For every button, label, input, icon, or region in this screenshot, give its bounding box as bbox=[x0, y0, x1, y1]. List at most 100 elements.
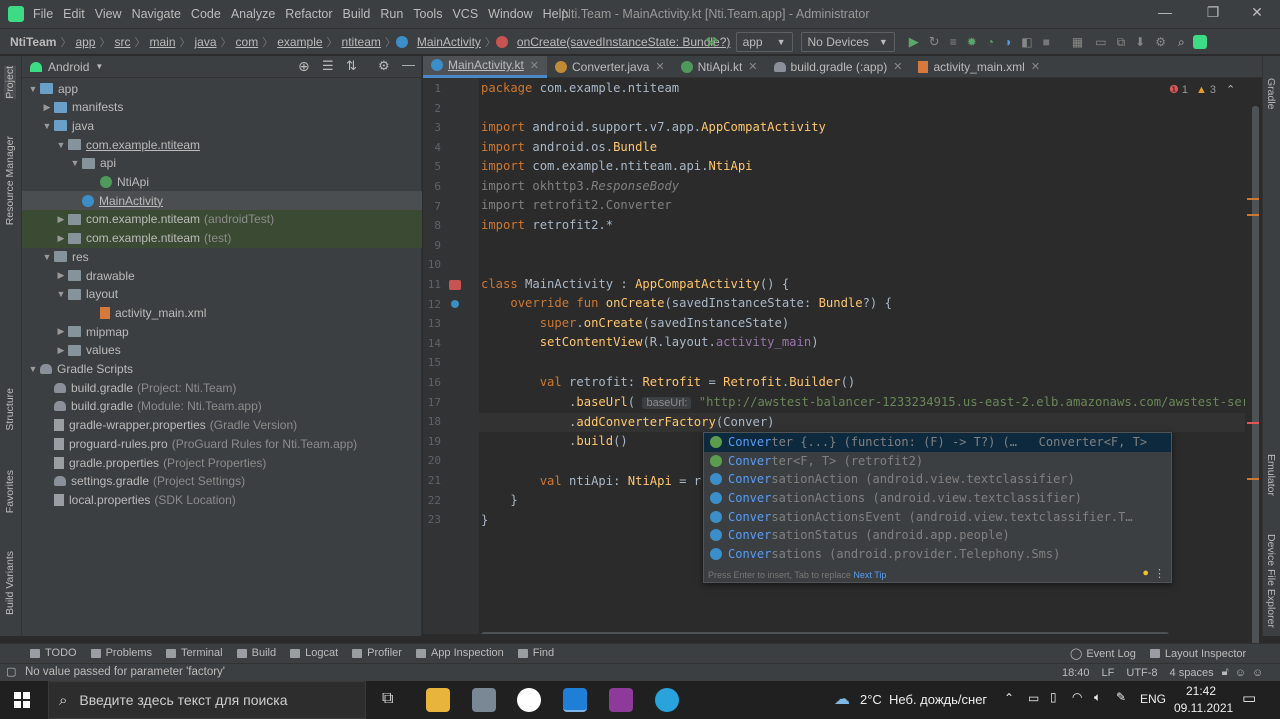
tree-item[interactable]: ▼ com.example.ntiteam bbox=[22, 135, 422, 154]
tree-item[interactable]: ▶ values bbox=[22, 341, 422, 360]
project-view-select[interactable]: Android bbox=[48, 60, 89, 74]
telegram-icon[interactable] bbox=[655, 688, 679, 712]
completion-item[interactable]: Conver sationActionsEvent (android.view.t… bbox=[704, 507, 1171, 526]
windows-start-icon[interactable] bbox=[14, 692, 30, 708]
breadcrumb-item[interactable]: onCreate(savedInstanceState: Bundle?) bbox=[517, 35, 730, 49]
lightbulb-icon[interactable]: ● bbox=[1142, 567, 1149, 579]
completion-item[interactable]: Conver sationAction (android.view.textcla… bbox=[704, 470, 1171, 489]
breadcrumb-item[interactable]: src bbox=[114, 35, 130, 49]
tray-chevron-icon[interactable]: ⌃ bbox=[1004, 691, 1014, 705]
tree-item[interactable]: NtiApi bbox=[22, 173, 422, 192]
tree-item[interactable]: ▶ manifests bbox=[22, 98, 422, 117]
breadcrumb-item[interactable]: com bbox=[236, 35, 259, 49]
status-icon[interactable]: ▢ bbox=[6, 665, 16, 678]
speaker-icon[interactable]: 🔈︎ bbox=[1094, 690, 1101, 705]
breadcrumb-item[interactable]: example bbox=[277, 35, 322, 49]
breadcrumb-item[interactable]: main bbox=[149, 35, 175, 49]
android-studio-icon[interactable] bbox=[563, 688, 587, 712]
more-options-icon[interactable]: ⋮ bbox=[1154, 567, 1165, 580]
battery-icon[interactable]: ▯ bbox=[1050, 690, 1057, 704]
breadcrumb-item[interactable]: ntiteam bbox=[342, 35, 381, 49]
toolwindow-logcat[interactable]: Logcat bbox=[290, 647, 338, 659]
menu-run[interactable]: Run bbox=[380, 7, 403, 21]
toolwindow-build[interactable]: Build bbox=[236, 647, 276, 659]
collapse-all-icon[interactable]: ⇅ bbox=[346, 58, 357, 74]
editor-marker-bar[interactable] bbox=[1245, 78, 1262, 646]
chevron-up-icon[interactable]: ⌃ bbox=[1226, 83, 1235, 96]
tree-item[interactable]: ▼ app bbox=[22, 79, 422, 98]
tree-item[interactable]: ▼ java bbox=[22, 116, 422, 135]
close-icon[interactable]: ✕ bbox=[655, 60, 664, 73]
close-icon[interactable]: ✕ bbox=[893, 60, 902, 73]
event-log-button[interactable]: ◯ Event Log bbox=[1070, 647, 1136, 661]
weather-icon[interactable]: ☁ bbox=[834, 689, 850, 709]
chevron-down-icon[interactable]: ▼ bbox=[26, 364, 40, 374]
winrar-icon[interactable] bbox=[609, 688, 633, 712]
chevron-right-icon[interactable]: ▶ bbox=[40, 102, 54, 113]
stripe-resource-manager[interactable]: Resource Manager bbox=[4, 136, 16, 225]
tree-item[interactable]: activity_main.xml bbox=[22, 303, 422, 322]
menu-vcs[interactable]: VCS bbox=[452, 7, 478, 21]
yandex-browser-icon[interactable] bbox=[517, 688, 541, 712]
menu-navigate[interactable]: Navigate bbox=[132, 7, 181, 21]
settings-icon[interactable]: ⚙ bbox=[1155, 35, 1166, 49]
next-tip-link[interactable]: Next Tip bbox=[853, 570, 886, 580]
debug-icon[interactable]: ✹ bbox=[967, 35, 977, 49]
toolwindow-find[interactable]: Find bbox=[517, 647, 554, 659]
tree-item[interactable]: ▼ res bbox=[22, 247, 422, 266]
chevron-down-icon[interactable]: ▼ bbox=[68, 158, 82, 168]
tab-activity-main[interactable]: activity_main.xml ✕ bbox=[910, 56, 1048, 78]
indent-setting[interactable]: 4 spaces bbox=[1170, 667, 1214, 679]
menu-view[interactable]: View bbox=[95, 7, 122, 21]
tree-item[interactable]: build.gradle (Module: Nti.Team.app) bbox=[22, 397, 422, 416]
chevron-down-icon[interactable]: ▼ bbox=[54, 289, 68, 299]
breadcrumb-item[interactable]: java bbox=[195, 35, 217, 49]
chevron-right-icon[interactable]: ▶ bbox=[54, 326, 68, 337]
locate-icon[interactable]: ⊕ bbox=[298, 58, 310, 75]
chevron-right-icon[interactable]: ▶ bbox=[54, 270, 68, 281]
layout-icon[interactable]: ⧉ bbox=[1117, 35, 1126, 50]
toolwindow-profiler[interactable]: Profiler bbox=[352, 647, 402, 659]
menu-analyze[interactable]: Analyze bbox=[231, 7, 275, 21]
minimize-button[interactable]: — bbox=[1142, 4, 1188, 24]
chevron-right-icon[interactable]: ▶ bbox=[54, 233, 68, 244]
menu-window[interactable]: Window bbox=[488, 7, 532, 21]
network-icon[interactable]: ▭ bbox=[1028, 691, 1039, 705]
line-separator[interactable]: LF bbox=[1102, 667, 1115, 679]
notification-icon[interactable]: ▭ bbox=[1242, 689, 1256, 707]
close-icon[interactable]: ✕ bbox=[748, 60, 757, 73]
apply-changes-icon[interactable]: ≡ bbox=[950, 35, 957, 49]
file-explorer-icon[interactable] bbox=[426, 688, 450, 712]
completion-item[interactable]: Conver sationStatus (android.app.people) bbox=[704, 526, 1171, 545]
breadcrumb-item[interactable]: NtiTeam bbox=[10, 35, 56, 49]
sync-icon[interactable]: ▦ bbox=[1072, 35, 1083, 49]
tree-item[interactable]: MainActivity bbox=[22, 191, 422, 211]
tree-item[interactable]: settings.gradle (Project Settings) bbox=[22, 472, 422, 491]
stripe-emulator[interactable]: Emulator bbox=[1265, 454, 1277, 496]
tab-ntiapi[interactable]: NtiApi.kt ✕ bbox=[673, 56, 766, 78]
face-icon[interactable]: ☺ bbox=[1235, 667, 1246, 679]
breadcrumb-item[interactable]: app bbox=[75, 35, 95, 49]
toolwindow-app-inspection[interactable]: App Inspection bbox=[415, 647, 504, 659]
tab-build-gradle[interactable]: build.gradle (:app) ✕ bbox=[766, 56, 911, 78]
hide-icon[interactable]: — bbox=[402, 57, 415, 72]
stripe-favorites[interactable]: Favorites bbox=[4, 470, 16, 513]
breadcrumb-item[interactable]: MainActivity bbox=[417, 35, 481, 49]
sdk-icon[interactable]: ⬇ bbox=[1135, 35, 1145, 49]
chevron-right-icon[interactable]: ▶ bbox=[54, 345, 68, 356]
vertical-scrollbar[interactable] bbox=[1252, 106, 1259, 646]
module-select[interactable]: app ▼ bbox=[735, 32, 793, 52]
layout-inspector-button[interactable]: Layout Inspector bbox=[1149, 648, 1246, 660]
tree-item[interactable]: ▼ Gradle Scripts bbox=[22, 360, 422, 379]
stop-icon[interactable]: ■ bbox=[1043, 35, 1050, 49]
chevron-down-icon[interactable]: ▼ bbox=[95, 62, 103, 71]
photos-icon[interactable] bbox=[472, 688, 496, 712]
chevron-down-icon[interactable]: ▼ bbox=[40, 252, 54, 262]
tree-item[interactable]: ▶ mipmap bbox=[22, 322, 422, 341]
menu-tools[interactable]: Tools bbox=[413, 7, 442, 21]
horizontal-scrollbar[interactable] bbox=[481, 632, 1169, 634]
chevron-down-icon[interactable]: ▼ bbox=[54, 140, 68, 150]
tree-item[interactable]: ▼ layout bbox=[22, 285, 422, 304]
stripe-project[interactable]: Project bbox=[4, 66, 16, 99]
tree-item[interactable]: gradle.properties (Project Properties) bbox=[22, 453, 422, 472]
